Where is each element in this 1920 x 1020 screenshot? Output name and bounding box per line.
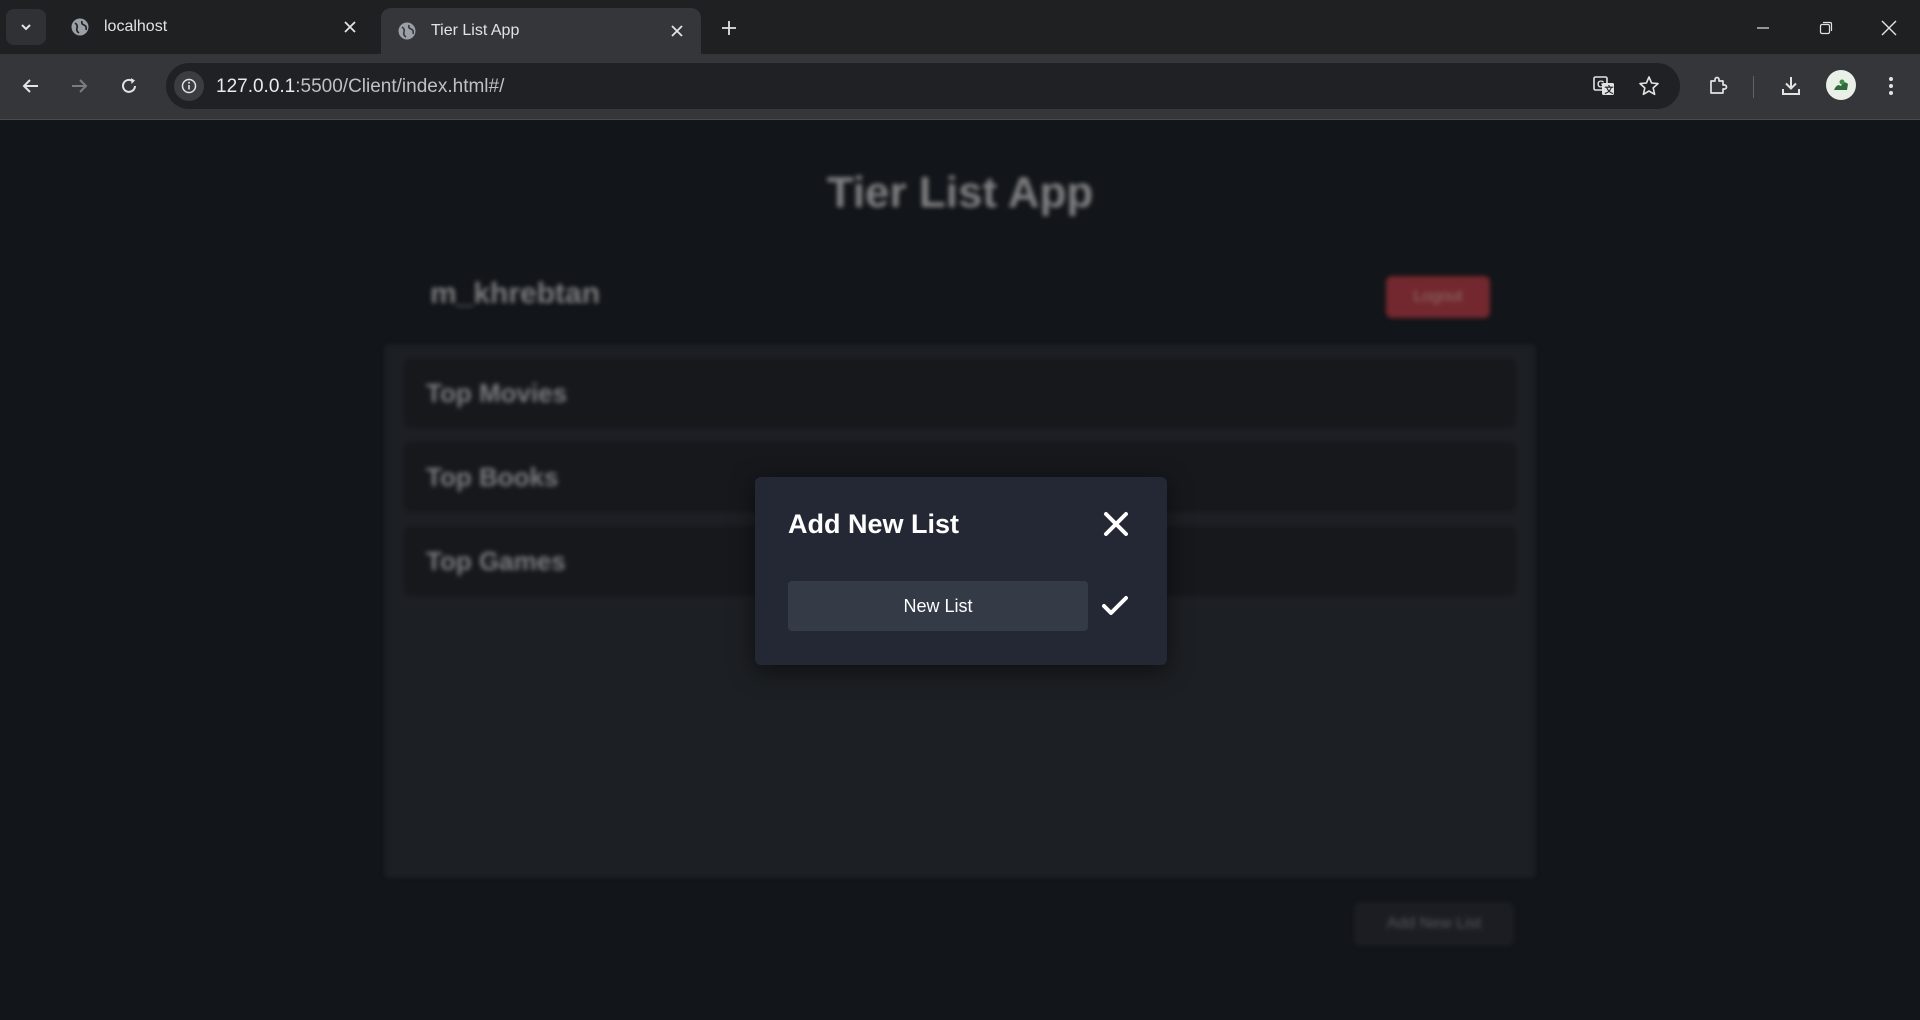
reload-button[interactable] [114,71,144,101]
tab-title: localhost [104,18,168,35]
tab-strip: localhost Tier List App [0,0,1920,54]
tab-title: Tier List App [431,22,520,39]
forward-button[interactable] [64,71,94,101]
address-bar[interactable]: 127.0.0.1:5500/Client/index.html#/ G文 [166,63,1680,109]
more-vert-icon [1889,77,1893,95]
more-menu-button[interactable] [1876,71,1906,101]
globe-icon [397,21,417,41]
globe-icon [70,17,90,37]
site-info-icon[interactable] [174,71,204,101]
downloads-button[interactable] [1776,71,1806,101]
list-item-top-movies[interactable]: Top Movies [404,358,1516,428]
tab-localhost[interactable]: localhost [54,8,374,46]
app-title: Tier List App [826,168,1094,217]
close-window-button[interactable] [1875,14,1903,42]
minimize-button[interactable] [1749,14,1777,42]
close-icon[interactable] [1101,509,1131,539]
modal-title: Add New List [788,509,960,539]
forward-arrow-icon [72,79,88,93]
restore-button[interactable] [1812,14,1840,42]
back-arrow-icon [22,79,38,93]
tab-tier-list-app[interactable]: Tier List App [381,8,701,54]
svg-text:文: 文 [1604,84,1615,95]
profile-avatar-icon[interactable] [1826,70,1856,100]
chevron-down-icon [21,24,31,31]
url-host: 127.0.0.1 [216,76,296,97]
logout-button[interactable]: Logout [1386,276,1490,318]
close-tab-icon[interactable] [340,17,360,37]
extensions-button[interactable] [1703,71,1733,101]
username: m_khrebtan [430,277,601,310]
new-tab-button[interactable] [716,15,742,41]
close-tab-icon[interactable] [667,21,687,41]
list-name-input[interactable] [788,581,1088,631]
toolbar-separator [1753,76,1754,98]
reload-icon [122,78,136,93]
tab-search-button[interactable] [6,9,46,45]
minimize-icon [1757,27,1769,29]
add-new-list-button[interactable]: Add New List [1354,902,1514,946]
add-list-modal: Add New List [755,477,1167,665]
download-icon [1782,77,1800,95]
translate-icon[interactable]: G文 [1590,72,1618,100]
page-viewport: Tier List App m_khrebtan Logout Top Movi… [0,120,1920,1020]
plus-icon [722,21,736,35]
bookmark-star-icon[interactable] [1635,72,1663,100]
restore-icon [1819,21,1833,35]
close-icon [1881,20,1897,36]
url-path: :5500/Client/index.html#/ [295,76,505,97]
checkmark-icon[interactable] [1098,589,1132,623]
browser-toolbar: 127.0.0.1:5500/Client/index.html#/ G文 [0,54,1920,120]
back-button[interactable] [16,71,46,101]
url-text[interactable]: 127.0.0.1:5500/Client/index.html#/ [216,76,504,98]
extensions-icon [1710,76,1728,94]
